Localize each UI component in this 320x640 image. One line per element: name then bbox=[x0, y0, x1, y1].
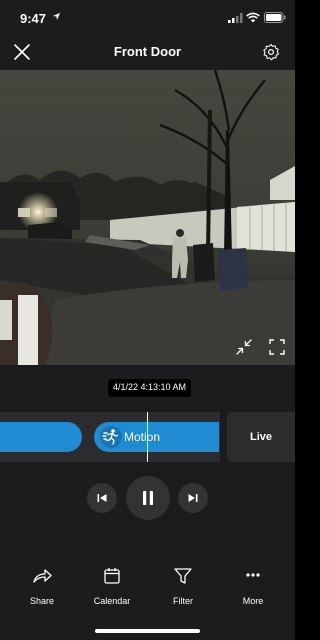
home-indicator[interactable] bbox=[95, 629, 200, 633]
more-icon bbox=[246, 573, 260, 577]
previous-event-clip[interactable] bbox=[0, 422, 82, 452]
skip-next-button[interactable] bbox=[178, 483, 208, 513]
live-button[interactable]: Live bbox=[227, 412, 295, 462]
pause-icon bbox=[143, 491, 153, 505]
pause-button[interactable] bbox=[126, 476, 170, 520]
more-label: More bbox=[242, 596, 264, 606]
wifi-icon bbox=[246, 12, 260, 23]
share-icon bbox=[33, 569, 52, 583]
status-bar: 9:47 bbox=[0, 0, 295, 34]
skip-previous-button[interactable] bbox=[87, 483, 117, 513]
more-button[interactable]: More bbox=[223, 565, 283, 615]
skip-previous-icon bbox=[97, 494, 107, 502]
skip-next-icon bbox=[188, 494, 198, 502]
page-title: Front Door bbox=[113, 44, 182, 59]
fullscreen-icon[interactable] bbox=[268, 338, 286, 356]
filter-button[interactable]: Filter bbox=[153, 565, 213, 615]
motion-event-clip[interactable]: Motion bbox=[94, 422, 219, 452]
event-timeline[interactable]: Motion Live bbox=[0, 412, 295, 462]
night-scene-image bbox=[0, 70, 295, 365]
live-label: Live bbox=[249, 431, 272, 443]
header: Front Door bbox=[0, 34, 295, 70]
gear-icon[interactable] bbox=[262, 43, 280, 61]
filter-icon bbox=[174, 568, 192, 584]
calendar-button[interactable]: Calendar bbox=[82, 565, 142, 615]
cellular-signal-icon bbox=[228, 13, 243, 23]
bottom-action-bar: Share Calendar Filter More bbox=[0, 565, 295, 615]
status-time: 9:47 bbox=[20, 11, 47, 26]
share-label: Share bbox=[29, 596, 55, 606]
location-arrow-icon bbox=[52, 12, 61, 21]
timeline-playhead[interactable] bbox=[147, 412, 148, 462]
battery-icon bbox=[264, 12, 286, 23]
share-button[interactable]: Share bbox=[12, 565, 72, 615]
motion-person-icon bbox=[100, 426, 122, 448]
filter-label: Filter bbox=[173, 596, 193, 606]
minimize-icon[interactable] bbox=[235, 338, 253, 356]
camera-video-feed[interactable] bbox=[0, 70, 295, 365]
motion-event-label: Motion bbox=[124, 430, 161, 444]
calendar-label: Calendar bbox=[93, 596, 131, 606]
playback-controls-area: 4/1/22 4:13:10 AM Motion Live Share Cale… bbox=[0, 365, 295, 640]
calendar-icon bbox=[104, 568, 120, 584]
video-timestamp: 4/1/22 4:13:10 AM bbox=[108, 379, 192, 397]
